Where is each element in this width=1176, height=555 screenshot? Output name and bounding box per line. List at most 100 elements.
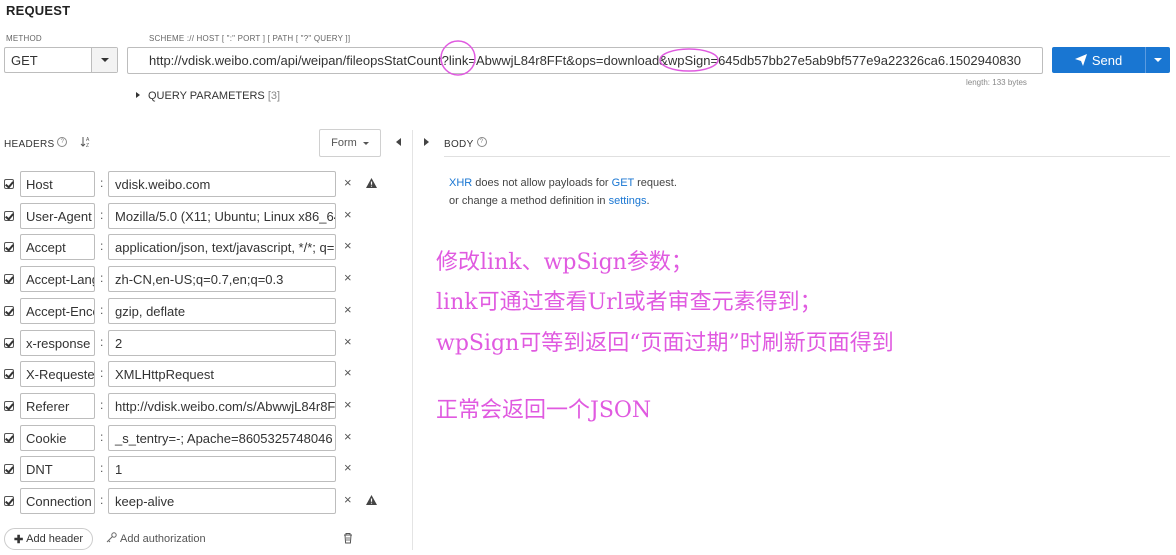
expand-right-icon[interactable] [424, 138, 430, 146]
method-select[interactable]: GET [4, 47, 118, 73]
annotation-line-1: 修改link、wpSign参数； [436, 250, 693, 275]
send-button[interactable]: Send [1052, 47, 1145, 73]
header-row: User-Agent: Mozilla/5.0 (X11; Ubuntu; Lin… [0, 202, 410, 229]
settings-link[interactable]: settings [609, 195, 647, 207]
header-name-input[interactable]: Accept [20, 234, 95, 261]
header-name-input[interactable]: DNT [20, 456, 95, 483]
add-authorization-link[interactable]: Add authorization [106, 532, 206, 545]
header-value-input[interactable]: XMLHttpRequest [108, 361, 336, 388]
add-header-button[interactable]: ✚ Add header [4, 528, 93, 550]
header-enabled-checkbox[interactable] [4, 369, 14, 380]
headers-editor-mode-select[interactable]: Form [319, 129, 381, 157]
chevron-down-icon [362, 141, 369, 145]
body-message-text: or change a method definition in [449, 195, 609, 207]
chevron-down-icon[interactable] [91, 48, 117, 72]
remove-header-icon[interactable]: × [344, 238, 352, 253]
header-value-input[interactable]: keep-alive [108, 488, 336, 514]
header-name-input[interactable]: Connection [20, 488, 95, 514]
remove-header-icon[interactable]: × [344, 429, 352, 444]
header-enabled-checkbox[interactable] [4, 400, 14, 411]
header-enabled-checkbox[interactable] [4, 496, 14, 506]
svg-text:Z: Z [86, 143, 89, 148]
header-name-input[interactable]: Cookie [20, 424, 95, 451]
header-value-input[interactable]: gzip, deflate [108, 297, 336, 324]
remove-header-icon[interactable]: × [344, 270, 352, 285]
url-input[interactable]: http://vdisk.weibo.com/api/weipan/fileop… [127, 47, 1043, 74]
body-label: BODY [444, 139, 474, 150]
header-name-input[interactable]: User-Agent [20, 202, 95, 229]
plus-icon: ✚ [13, 533, 24, 546]
help-icon[interactable]: ? [476, 137, 487, 147]
paper-plane-icon [1074, 54, 1087, 66]
header-row: Referer: http://vdisk.weibo.com/s/AbwwjL8… [0, 392, 410, 419]
header-value-input[interactable]: vdisk.weibo.com [108, 171, 336, 197]
header-enabled-checkbox[interactable] [4, 432, 14, 443]
header-enabled-checkbox[interactable] [4, 305, 14, 316]
header-enabled-checkbox[interactable] [4, 337, 14, 348]
remove-header-icon[interactable]: × [344, 492, 352, 507]
trash-icon[interactable] [343, 532, 353, 544]
help-icon[interactable]: ? [57, 137, 68, 147]
xhr-link[interactable]: XHR [449, 177, 472, 189]
body-message-line-1: XHR does not allow payloads for GET requ… [449, 174, 677, 192]
url-label: SCHEME :// HOST [ ":" PORT ] [ PATH [ "?… [149, 34, 351, 43]
header-name-input[interactable]: Accept-Encoding [20, 297, 95, 324]
header-separator: : [100, 271, 104, 286]
header-separator: : [100, 176, 104, 190]
caret-right-icon [136, 92, 140, 98]
body-message: XHR does not allow payloads for GET requ… [449, 174, 677, 210]
header-value-input[interactable]: http://vdisk.weibo.com/s/AbwwjL84r8FFt [108, 392, 336, 419]
header-row: Host: vdisk.weibo.com × [0, 171, 410, 197]
header-name-input[interactable]: Host [20, 171, 95, 197]
header-separator: : [100, 239, 104, 254]
header-enabled-checkbox[interactable] [4, 274, 14, 285]
header-separator: : [100, 334, 104, 349]
header-row: x-response:2 × [0, 329, 410, 356]
remove-header-icon[interactable]: × [344, 334, 352, 349]
send-options-button[interactable] [1145, 47, 1170, 73]
header-enabled-checkbox[interactable] [4, 464, 14, 475]
key-icon [106, 532, 117, 543]
header-name-input[interactable]: Accept-Language [20, 266, 95, 293]
header-value-input[interactable]: application/json, text/javascript, */*; … [108, 234, 336, 261]
remove-header-icon[interactable]: × [344, 302, 352, 317]
header-enabled-checkbox[interactable] [4, 179, 14, 189]
warning-icon[interactable] [366, 178, 377, 188]
add-authorization-label: Add authorization [120, 533, 206, 545]
header-name-input[interactable]: Referer [20, 392, 95, 419]
header-separator: : [100, 366, 104, 381]
panel-divider [412, 130, 413, 550]
header-name-input[interactable]: x-response [20, 329, 95, 356]
remove-header-icon[interactable]: × [344, 397, 352, 412]
header-row: Accept-Encoding: gzip, deflate × [0, 297, 410, 324]
url-value: http://vdisk.weibo.com/api/weipan/fileop… [149, 53, 1021, 68]
query-parameters-toggle[interactable]: QUERY PARAMETERS [3] [136, 90, 280, 102]
collapse-left-icon[interactable] [396, 138, 402, 146]
header-value-input[interactable]: Mozilla/5.0 (X11; Ubuntu; Linux x86_64 [108, 202, 336, 229]
remove-header-icon[interactable]: × [344, 175, 352, 190]
send-button-group[interactable]: Send [1052, 47, 1170, 73]
header-value-input[interactable]: 2 [108, 329, 336, 356]
body-message-text: . [646, 195, 650, 207]
get-link[interactable]: GET [612, 177, 634, 189]
header-value-input[interactable]: zh-CN,en-US;q=0.7,en;q=0.3 [108, 266, 336, 293]
body-message-text: request. [634, 177, 677, 189]
header-row: Accept: application/json, text/javascript… [0, 234, 410, 261]
annotation-line-4: 正常会返回一个JSON [436, 398, 652, 423]
header-separator: : [100, 493, 104, 507]
annotation-line-2: link可通过查看Url或者审查元素得到； [436, 290, 822, 315]
header-enabled-checkbox[interactable] [4, 242, 14, 253]
header-name-input[interactable]: X-Requested-With [20, 361, 95, 388]
remove-header-icon[interactable]: × [344, 365, 352, 380]
chevron-down-icon [1154, 58, 1162, 62]
sort-icon[interactable]: A Z [80, 136, 92, 148]
remove-header-icon[interactable]: × [344, 207, 352, 222]
header-row: X-Requested-With: XMLHttpRequest × [0, 361, 410, 388]
body-message-line-2: or change a method definition in setting… [449, 192, 677, 210]
header-value-input[interactable]: 1 [108, 456, 336, 483]
header-enabled-checkbox[interactable] [4, 210, 14, 221]
body-section: BODY? [444, 137, 487, 150]
warning-icon[interactable] [366, 495, 377, 505]
remove-header-icon[interactable]: × [344, 460, 352, 475]
header-value-input[interactable]: _s_tentry=-; Apache=8605325748046 [108, 424, 336, 451]
